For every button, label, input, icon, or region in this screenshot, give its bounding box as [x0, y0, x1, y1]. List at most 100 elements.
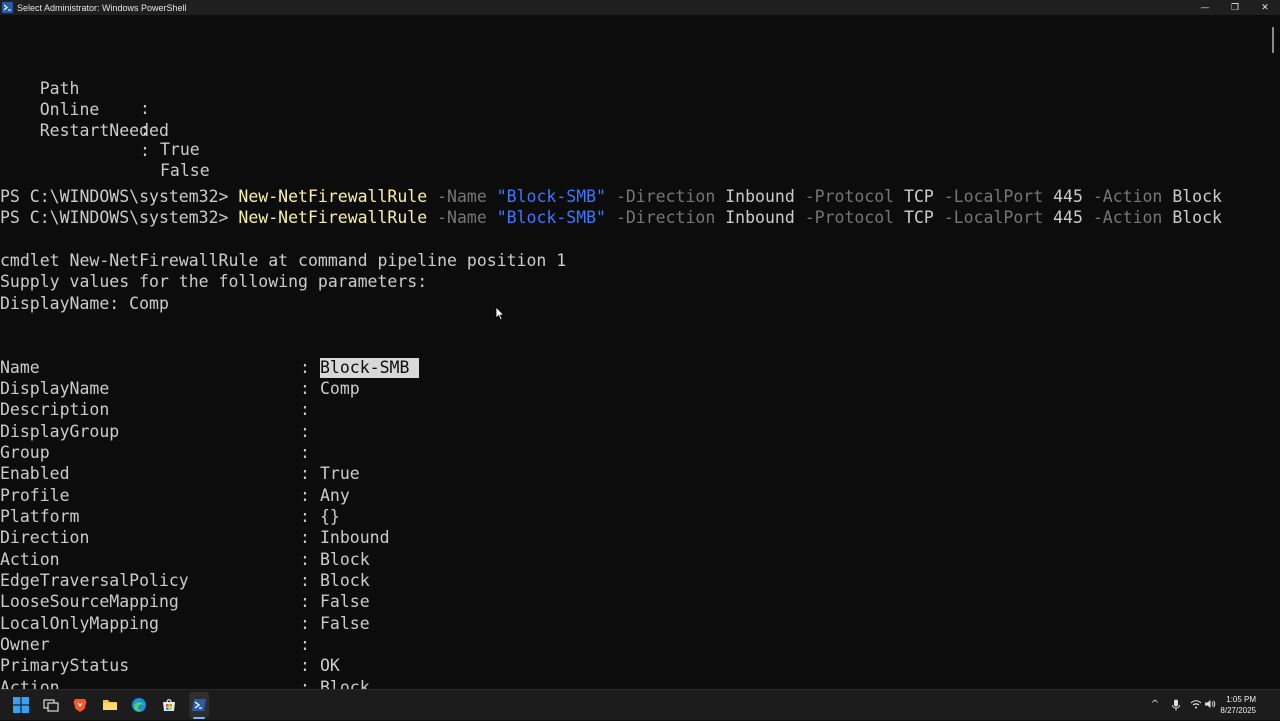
prop-key: Name [0, 358, 40, 377]
parameter: -Protocol [804, 187, 895, 206]
clock-time: 1:05 PM [1226, 695, 1256, 704]
parameter: -Protocol [804, 208, 895, 227]
prop-value: {} [320, 507, 340, 526]
prop-key: Action [0, 678, 60, 689]
microphone-icon[interactable] [1170, 699, 1182, 711]
taskbar-clock[interactable]: 1:05 PM 8/27/2025 [1220, 694, 1256, 716]
output-line: cmdlet New-NetFirewallRule at command pi… [0, 251, 567, 270]
microsoft-store-icon[interactable] [160, 696, 178, 714]
prop-separator: : [300, 571, 310, 590]
parameter: -Name [437, 208, 487, 227]
output-line: Path : [0, 59, 150, 118]
chevron-up-icon[interactable]: ^ [1149, 699, 1161, 711]
prop-value: OK [320, 656, 340, 675]
command-line: PS C:\WINDOWS\system32> New-NetFirewallR… [0, 187, 1222, 207]
argument: TCP [904, 187, 934, 206]
prop-separator: : [300, 507, 310, 526]
prop-value: False [320, 614, 370, 633]
prop-key: Platform [0, 507, 80, 526]
prop-separator: : [300, 379, 310, 398]
string-value: "Block-SMB" [496, 187, 606, 206]
volume-icon[interactable] [1204, 699, 1216, 711]
console-output[interactable]: Path : Online : True RestartNeeded : Fal… [0, 15, 1266, 689]
minimize-button[interactable]: — [1190, 0, 1220, 15]
windows-start-icon[interactable] [12, 696, 30, 714]
prop-separator: : [300, 592, 310, 611]
prop-value: Block [320, 550, 370, 569]
prop-separator: : [300, 550, 310, 569]
prop-key: Owner [0, 635, 50, 654]
parameter: -LocalPort [943, 208, 1044, 227]
cmdlet-name: New-NetFirewallRule [238, 208, 428, 227]
prop-key: Action [0, 550, 60, 569]
active-app-indicator [193, 717, 205, 719]
argument: Block [1172, 208, 1222, 227]
prop-separator: : [300, 486, 310, 505]
file-explorer-icon[interactable] [101, 696, 119, 714]
taskbar: ^ 1:05 PM 8/27/2025 [0, 689, 1280, 720]
prop-separator: : [300, 400, 310, 419]
prop-key: RestartNeeded [39, 121, 169, 140]
command-line: PS C:\WINDOWS\system32> New-NetFirewallR… [0, 208, 1222, 228]
prop-key: Enabled [0, 464, 70, 483]
prop-value: Comp [320, 379, 360, 398]
prop-key: Group [0, 443, 50, 462]
parameter: -Action [1092, 187, 1163, 206]
title-bar[interactable]: Select Administrator: Windows PowerShell… [0, 0, 1280, 15]
prop-value: Block [320, 571, 370, 590]
parameter: -Direction [615, 187, 716, 206]
prop-separator: : [140, 141, 150, 160]
brave-browser-icon[interactable] [71, 696, 89, 714]
prop-separator: : [300, 614, 310, 633]
wifi-icon[interactable] [1190, 699, 1202, 711]
powershell-icon[interactable] [190, 696, 208, 714]
edge-browser-icon[interactable] [130, 696, 148, 714]
output-line: DisplayName: Comp [0, 294, 169, 313]
prop-value: Inbound [320, 528, 390, 547]
string-value: "Block-SMB" [496, 208, 606, 227]
output-line: Supply values for the following paramete… [0, 272, 428, 291]
prop-separator: : [300, 528, 310, 547]
prop-separator: : [300, 635, 310, 654]
prop-key: EdgeTraversalPolicy [0, 571, 189, 590]
window-title: Select Administrator: Windows PowerShell [17, 2, 187, 13]
parameter: -Action [1092, 208, 1163, 227]
powershell-icon [2, 2, 13, 13]
argument: TCP [904, 208, 934, 227]
prop-value: True [160, 140, 200, 159]
argument: Block [1172, 187, 1222, 206]
prop-separator: : [300, 464, 310, 483]
prop-value: False [160, 161, 210, 180]
prop-key: Direction [0, 528, 90, 547]
argument: 445 [1053, 187, 1083, 206]
selected-text[interactable]: Block-SMB [320, 358, 420, 378]
prop-value: True [320, 464, 360, 483]
prop-key: LocalOnlyMapping [0, 614, 159, 633]
argument: 445 [1053, 208, 1083, 227]
mouse-pointer-icon [495, 306, 505, 325]
prop-value: False [320, 592, 370, 611]
prompt: PS C:\WINDOWS\system32> [0, 187, 229, 206]
prompt: PS C:\WINDOWS\system32> [0, 208, 229, 227]
prop-value: Any [320, 486, 350, 505]
prop-key: LooseSourceMapping [0, 592, 179, 611]
close-button[interactable]: ✕ [1250, 0, 1280, 15]
prop-separator: : [300, 656, 310, 675]
prop-separator: : [300, 678, 310, 689]
prop-separator: : [300, 422, 310, 441]
task-view-icon[interactable] [42, 696, 60, 714]
prop-key: DisplayName [0, 379, 110, 398]
parameter: -Direction [615, 208, 716, 227]
prop-key: Description [0, 400, 110, 419]
scrollbar-thumb[interactable] [1272, 27, 1274, 53]
maximize-button[interactable]: ❐ [1220, 0, 1250, 15]
prop-value: Block [320, 678, 370, 689]
output-line: RestartNeeded : False [0, 101, 210, 180]
vertical-scrollbar[interactable] [1266, 15, 1280, 689]
window-controls: — ❐ ✕ [1190, 0, 1280, 15]
prop-key: PrimaryStatus [0, 656, 130, 675]
prop-separator: : [300, 443, 310, 462]
argument: Inbound [725, 187, 795, 206]
clock-date: 8/27/2025 [1220, 706, 1256, 715]
prop-key: DisplayGroup [0, 422, 120, 441]
